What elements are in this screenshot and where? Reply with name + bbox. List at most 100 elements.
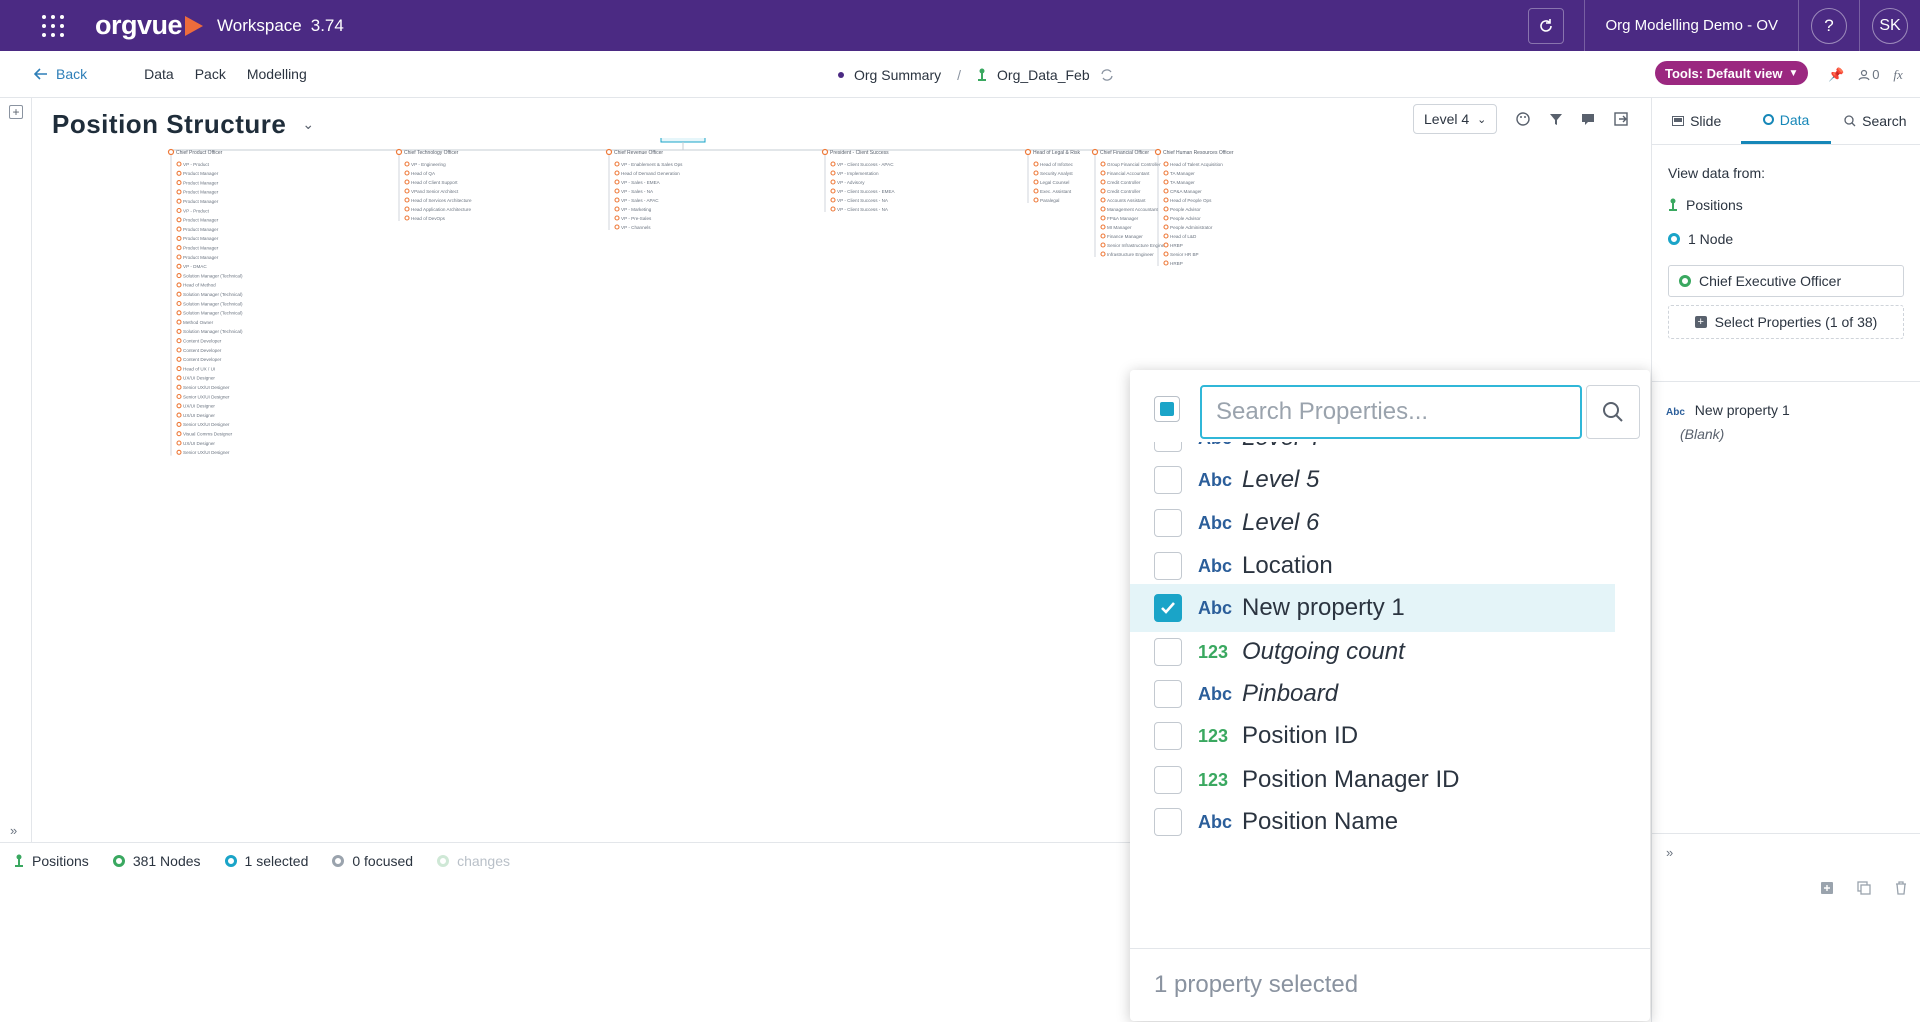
position-node[interactable]	[1100, 251, 1106, 257]
position-node[interactable]	[404, 197, 410, 203]
position-node[interactable]	[176, 198, 182, 204]
branch-head-node[interactable]	[167, 148, 175, 156]
dataset-row[interactable]: Positions	[1668, 197, 1904, 213]
position-node[interactable]	[1163, 260, 1169, 266]
position-node[interactable]	[1163, 161, 1169, 167]
menu-data[interactable]: Data	[144, 66, 174, 82]
position-node[interactable]	[404, 215, 410, 221]
selected-node[interactable]: Chief Executive Officer	[1668, 265, 1904, 297]
help-button[interactable]: ?	[1811, 7, 1847, 44]
tab-data[interactable]: Data	[1741, 98, 1831, 144]
checked-checkbox[interactable]	[1154, 594, 1182, 622]
property-option[interactable]: Abc Pinboard	[1130, 670, 1615, 718]
position-node[interactable]	[830, 161, 836, 167]
pin-icon[interactable]: 📌	[1828, 67, 1844, 83]
position-node[interactable]	[176, 347, 182, 353]
palette-icon[interactable]	[1515, 111, 1531, 127]
property-option[interactable]: Abc Level 6	[1130, 499, 1615, 547]
position-node[interactable]	[176, 449, 182, 455]
trash-icon[interactable]	[1895, 881, 1907, 895]
comment-icon[interactable]	[1581, 112, 1595, 126]
branch-head-node[interactable]	[1091, 148, 1099, 156]
node-count-row[interactable]: 1 Node	[1668, 231, 1904, 247]
position-node[interactable]	[176, 254, 182, 260]
position-node[interactable]	[1100, 206, 1106, 212]
position-node[interactable]	[176, 282, 182, 288]
position-node[interactable]	[1033, 170, 1039, 176]
property-option[interactable]: Abc New property 1	[1130, 584, 1615, 632]
position-node[interactable]	[176, 319, 182, 325]
page-title[interactable]: Position Structure ⌄	[52, 109, 315, 140]
position-node[interactable]	[614, 170, 620, 176]
checkbox[interactable]	[1154, 442, 1182, 452]
position-node[interactable]	[1163, 233, 1169, 239]
branch-head-node[interactable]	[1154, 148, 1162, 156]
position-node[interactable]	[1163, 242, 1169, 248]
status-nodes[interactable]: 381 Nodes	[112, 853, 201, 869]
property-option[interactable]: Abc Location	[1130, 542, 1615, 590]
status-focused[interactable]: 0 focused	[332, 853, 413, 869]
property-option[interactable]: Abc Position Name	[1130, 798, 1615, 846]
position-node[interactable]	[176, 300, 182, 307]
position-node[interactable]	[176, 310, 182, 316]
position-node[interactable]	[830, 179, 836, 185]
position-node[interactable]	[830, 188, 836, 194]
position-node[interactable]	[176, 393, 182, 400]
position-node[interactable]	[1163, 179, 1169, 185]
property-option[interactable]: 123 Position ID	[1130, 712, 1615, 760]
position-node[interactable]	[404, 188, 410, 194]
position-node[interactable]	[404, 206, 410, 212]
position-node[interactable]	[176, 161, 182, 167]
position-node[interactable]	[830, 206, 836, 212]
position-node[interactable]	[176, 245, 182, 251]
position-node[interactable]	[1100, 197, 1106, 203]
fx-icon[interactable]: fx	[1893, 67, 1902, 83]
position-node[interactable]	[176, 421, 182, 427]
checkbox[interactable]	[1154, 722, 1182, 750]
position-node[interactable]	[614, 188, 620, 194]
position-node[interactable]	[1100, 179, 1106, 185]
select-properties-button[interactable]: + Select Properties (1 of 38)	[1668, 305, 1904, 339]
position-node[interactable]	[1100, 224, 1106, 230]
app-grid-icon[interactable]	[31, 4, 75, 48]
root-node[interactable]	[660, 138, 706, 143]
position-node[interactable]	[1163, 206, 1169, 212]
position-node[interactable]	[176, 273, 182, 279]
position-node[interactable]	[614, 197, 620, 203]
menu-modelling[interactable]: Modelling	[247, 66, 307, 82]
position-node[interactable]	[176, 263, 182, 269]
branch-head-node[interactable]	[395, 148, 403, 156]
position-node[interactable]	[1100, 215, 1106, 221]
position-node[interactable]	[1163, 188, 1169, 194]
position-node[interactable]	[830, 170, 836, 176]
property-entry[interactable]: Abc New property 1 (Blank)	[1652, 382, 1920, 442]
filter-icon[interactable]	[1549, 112, 1563, 126]
property-option[interactable]: Abc Level 5	[1130, 456, 1615, 504]
user-avatar[interactable]: SK	[1872, 7, 1908, 44]
add-panel-icon[interactable]: +	[9, 105, 23, 119]
expand-left-icon[interactable]: »	[10, 823, 17, 838]
crumb-dataset[interactable]: Org_Data_Feb	[997, 67, 1090, 83]
position-node[interactable]	[176, 403, 182, 409]
position-node[interactable]	[176, 328, 182, 334]
checkbox[interactable]	[1154, 509, 1182, 537]
property-option[interactable]: 123 Position Manager ID	[1130, 756, 1615, 804]
position-node[interactable]	[1100, 242, 1106, 248]
position-node[interactable]	[614, 206, 620, 212]
back-button[interactable]: Back	[34, 66, 87, 82]
position-node[interactable]	[176, 170, 182, 176]
position-node[interactable]	[176, 235, 182, 241]
select-all-checkbox[interactable]	[1154, 396, 1180, 422]
position-node[interactable]	[176, 431, 182, 437]
position-node[interactable]	[176, 180, 182, 186]
position-node[interactable]	[176, 366, 182, 372]
position-node[interactable]	[404, 179, 410, 185]
position-node[interactable]	[1033, 197, 1039, 203]
position-node[interactable]	[176, 226, 182, 232]
position-node[interactable]	[1033, 188, 1039, 194]
position-node[interactable]	[176, 217, 182, 223]
checkbox[interactable]	[1154, 766, 1182, 794]
position-node[interactable]	[176, 375, 182, 381]
position-node[interactable]	[1163, 251, 1169, 257]
position-node[interactable]	[1033, 179, 1039, 185]
